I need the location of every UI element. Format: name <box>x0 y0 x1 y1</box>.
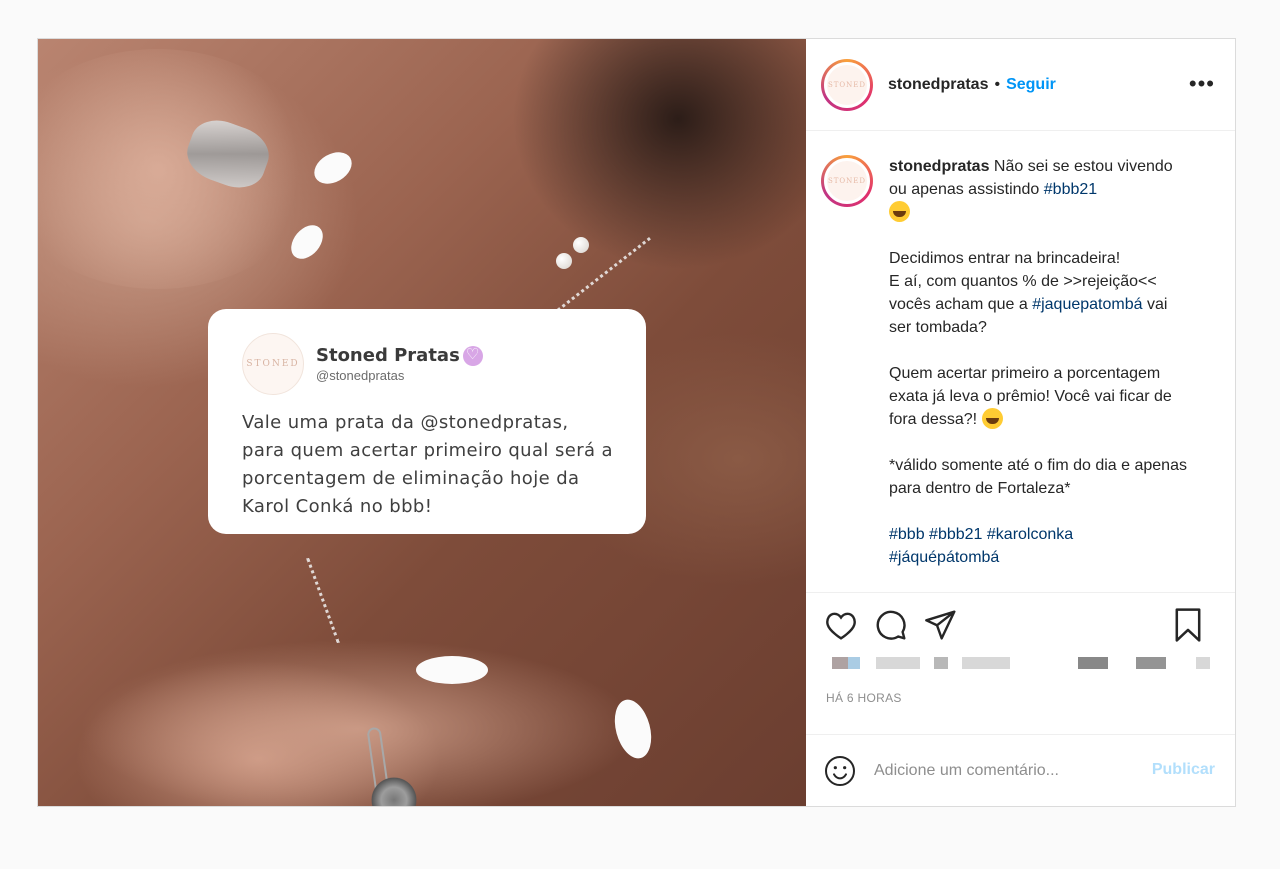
caption-line: Decidimos entrar na brincadeira! <box>889 250 1121 267</box>
hashtag-link[interactable]: #jaquepatombá <box>1032 296 1142 313</box>
grinning-emoji-icon <box>981 408 1003 429</box>
heart-icon[interactable] <box>822 606 860 644</box>
photo-hand-highlight <box>38 49 318 289</box>
follow-button[interactable]: Seguir <box>1006 76 1056 94</box>
avatar-logo: STONED <box>824 158 870 204</box>
photo-nail <box>416 656 488 684</box>
photo-necklace <box>306 557 340 644</box>
blurred-text <box>876 657 920 669</box>
caption-line: Quem acertar primeiro a porcentagem exat… <box>889 365 1172 428</box>
hashtag-link[interactable]: #karolconka <box>987 526 1073 543</box>
tweet-avatar: STONED <box>242 333 304 395</box>
blurred-text <box>1078 657 1108 669</box>
blurred-text <box>1196 657 1210 669</box>
blurred-text <box>1136 657 1166 669</box>
smiley-icon[interactable] <box>824 755 856 787</box>
caption-line: *válido somente até o fim do dia e apena… <box>889 457 1187 497</box>
comment-input[interactable] <box>874 761 1094 780</box>
caption-area: STONED stonedpratas Não sei se estou viv… <box>806 131 1235 593</box>
photo-pearl <box>556 253 572 269</box>
blurred-text <box>962 657 1010 669</box>
hashtag-link[interactable]: #bbb21 <box>929 526 982 543</box>
tweet-author: Stoned Pratas <box>316 345 483 366</box>
post-photo[interactable]: STONED Stoned Pratas @stonedpratas Vale … <box>38 39 806 806</box>
liked-by-row[interactable] <box>806 657 1235 685</box>
comment-bar: Publicar <box>806 735 1235 806</box>
blurred-text <box>934 657 948 669</box>
caption-avatar[interactable]: STONED <box>821 155 873 207</box>
send-icon[interactable] <box>922 606 960 644</box>
instagram-post: STONED Stoned Pratas @stonedpratas Vale … <box>37 38 1236 807</box>
separator-dot: • <box>994 75 1001 93</box>
post-timestamp[interactable]: HÁ 6 HORAS <box>806 685 1235 735</box>
bookmark-icon[interactable] <box>1169 606 1207 644</box>
verified-heart-icon <box>462 345 483 366</box>
tweet-header: STONED Stoned Pratas @stonedpratas <box>242 333 616 395</box>
tweet-handle: @stonedpratas <box>316 368 405 383</box>
publish-button[interactable]: Publicar <box>1152 761 1215 779</box>
liker-avatar-blurred <box>832 657 848 669</box>
avatar-logo: STONED <box>824 61 870 108</box>
post-header: STONED stonedpratas • Seguir ••• <box>806 39 1235 131</box>
hashtag-link[interactable]: #jáquépátombá <box>889 549 999 566</box>
caption-text: stonedpratas Não sei se estou vivendo ou… <box>889 155 1189 592</box>
post-side-panel: STONED stonedpratas • Seguir ••• STONED … <box>806 39 1235 806</box>
header-username[interactable]: stonedpratas <box>888 76 988 94</box>
hashtag-link[interactable]: #bbb <box>889 526 925 543</box>
photo-finger-highlight <box>78 639 638 806</box>
caption-username[interactable]: stonedpratas <box>889 158 989 175</box>
photo-pearl <box>573 237 589 253</box>
hashtag-link[interactable]: #bbb21 <box>1044 181 1097 198</box>
tweet-text: Vale uma prata da @stonedpratas, para qu… <box>242 412 613 517</box>
liker-avatar-blurred <box>848 657 860 669</box>
tweet-card: STONED Stoned Pratas @stonedpratas Vale … <box>208 309 646 534</box>
profile-avatar[interactable]: STONED <box>821 58 873 111</box>
more-options-icon[interactable]: ••• <box>1189 73 1215 95</box>
action-bar <box>806 593 1235 657</box>
comment-icon[interactable] <box>872 606 910 644</box>
laughing-emoji-icon <box>889 201 910 222</box>
tweet-author-name: Stoned Pratas <box>316 345 460 366</box>
